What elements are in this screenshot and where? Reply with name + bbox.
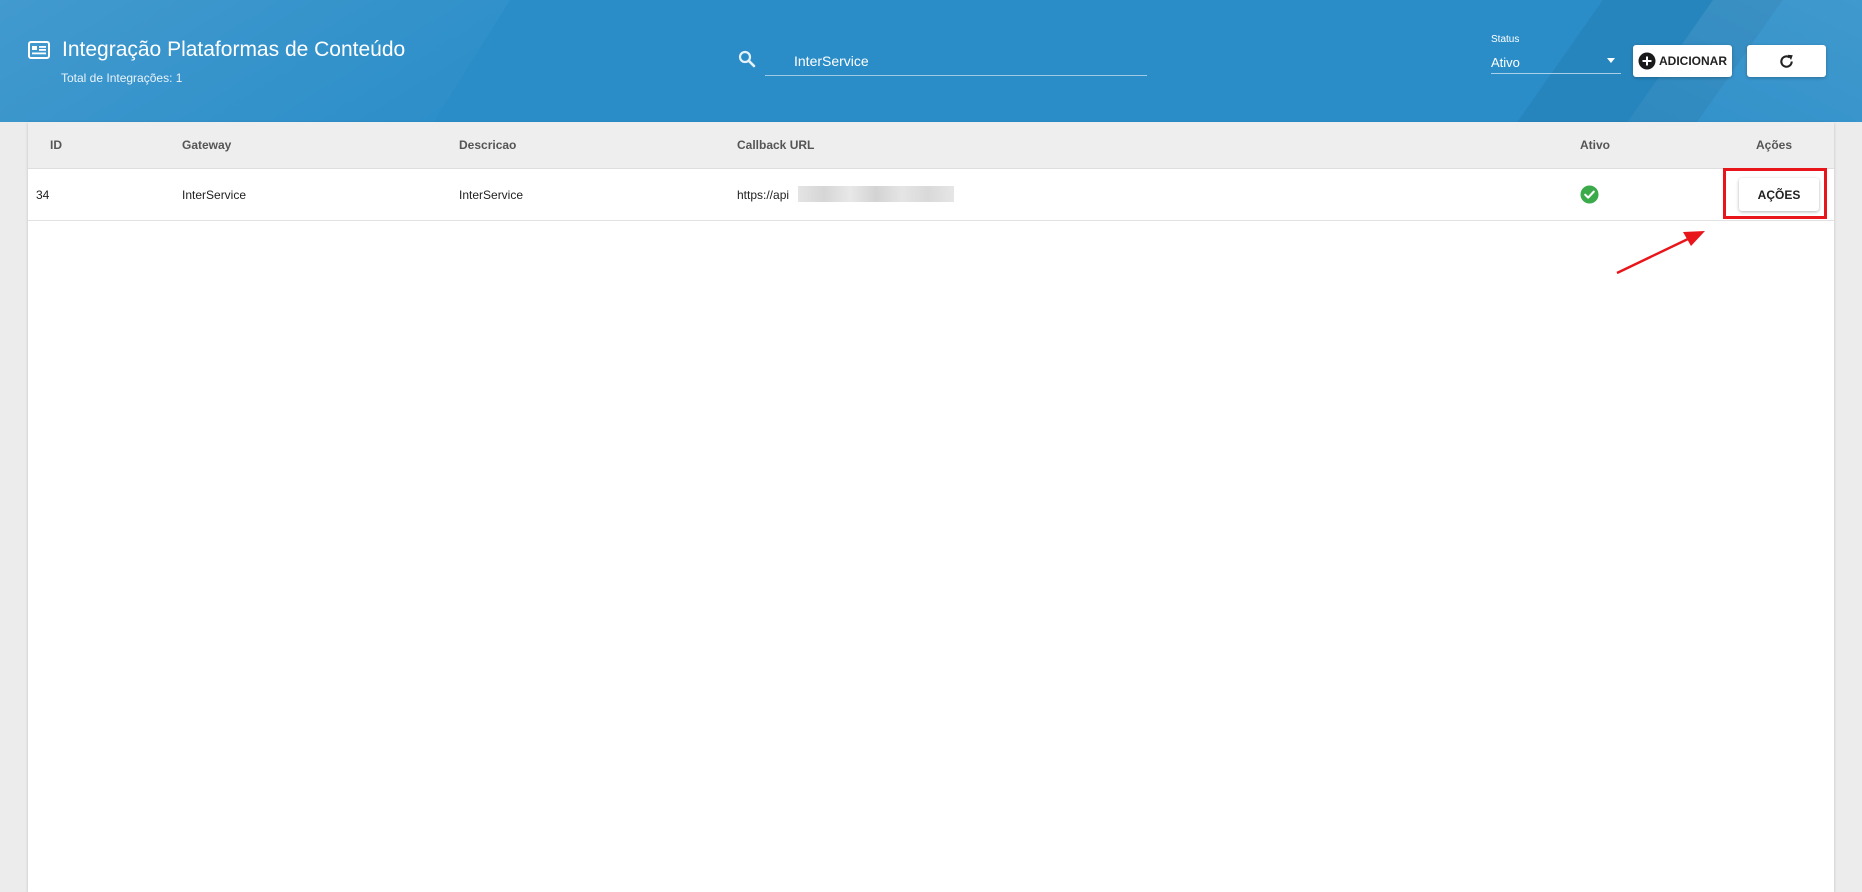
cell-gateway: InterService [182,188,247,202]
annotation-highlight-box [1723,168,1827,219]
cell-id: 34 [36,188,50,202]
status-select[interactable]: Ativo [1491,50,1621,74]
redacted-url-blur [798,186,954,202]
column-header-gateway[interactable]: Gateway [182,138,231,152]
integrations-count: Total de Integrações: 1 [61,71,183,85]
status-selected-value: Ativo [1491,55,1520,70]
cell-callback-url: https://api [737,186,954,202]
chevron-down-icon [1607,58,1615,63]
dashboard-list-icon [28,41,50,59]
table-row[interactable]: 34 InterService InterService https://api… [28,169,1834,221]
column-header-callback-url[interactable]: Callback URL [737,138,814,152]
status-filter-label: Status [1491,34,1520,45]
refresh-button[interactable] [1747,45,1826,77]
column-header-acoes: Ações [1756,138,1793,152]
search-input[interactable] [765,46,1147,76]
add-button-label: ADICIONAR [1659,54,1727,68]
search-icon [738,50,756,68]
column-header-ativo[interactable]: Ativo [1580,138,1610,152]
table-header: ID Gateway Descricao Callback URL Ativo … [28,122,1834,169]
page-title: Integração Plataformas de Conteúdo [62,38,406,61]
annotation-arrow-icon [1616,231,1705,275]
integrations-table-card: ID Gateway Descricao Callback URL Ativo … [28,122,1834,892]
column-header-descricao[interactable]: Descricao [459,138,516,152]
add-button[interactable]: ADICIONAR [1633,45,1732,77]
cell-descricao: InterService [459,188,524,202]
column-header-id[interactable]: ID [50,138,62,152]
page-header: Integração Plataformas de Conteúdo Total… [0,0,1862,122]
title-group: Integração Plataformas de Conteúdo [28,38,405,62]
plus-circle-icon [1638,52,1656,70]
refresh-icon [1780,54,1793,68]
check-circle-icon [1580,185,1599,204]
callback-url-text: https://api [737,188,790,202]
